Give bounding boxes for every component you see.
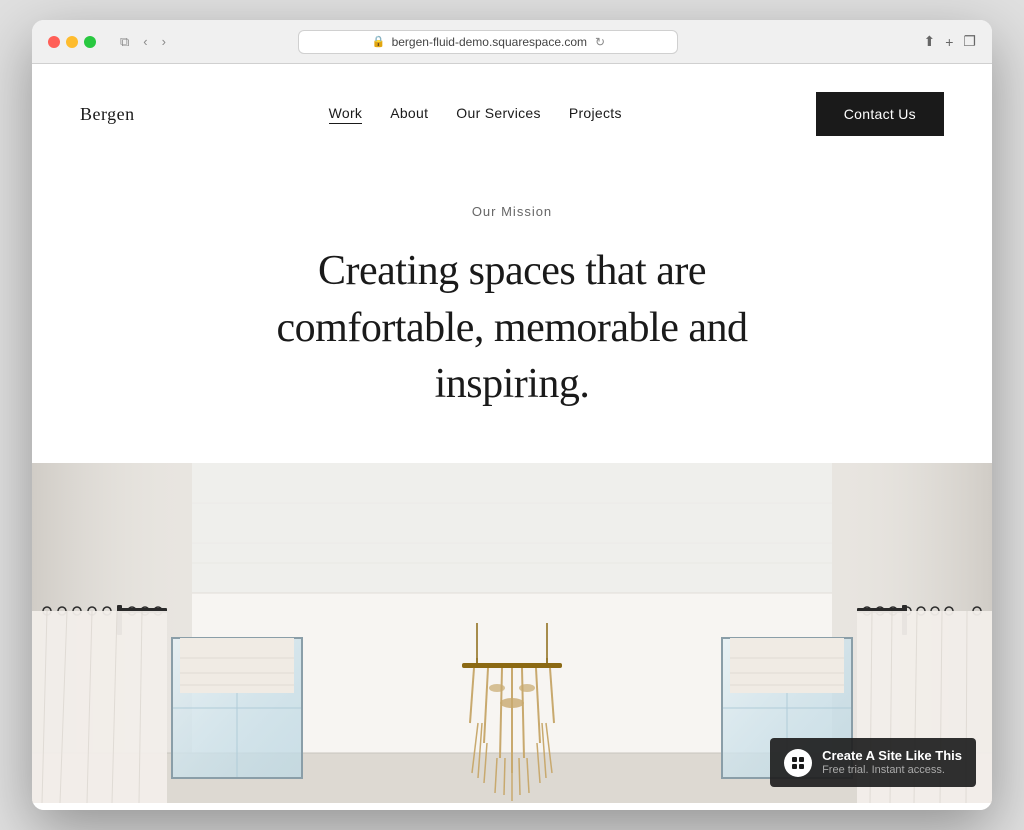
browser-controls: ⧉ ‹ ›: [116, 32, 170, 52]
headline-line3: inspiring.: [435, 361, 590, 407]
address-bar[interactable]: 🔒 bergen-fluid-demo.squarespace.com ↻: [298, 30, 678, 54]
nav-link-about[interactable]: About: [390, 105, 428, 121]
hero-section: Our Mission Creating spaces that are com…: [32, 164, 992, 463]
traffic-lights: [48, 36, 96, 48]
nav-item-work[interactable]: Work: [329, 105, 363, 123]
copy-icon[interactable]: ❐: [963, 33, 976, 50]
nav-link-work[interactable]: Work: [329, 105, 363, 124]
lock-icon: 🔒: [372, 35, 386, 48]
contact-button[interactable]: Contact Us: [816, 92, 944, 136]
mission-label: Our Mission: [80, 204, 944, 219]
squarespace-icon: [784, 749, 812, 777]
nav-item-about[interactable]: About: [390, 105, 428, 123]
back-button[interactable]: ‹: [139, 32, 151, 51]
nav-item-services[interactable]: Our Services: [456, 105, 541, 123]
forward-button[interactable]: ›: [158, 32, 170, 51]
nav-link-projects[interactable]: Projects: [569, 105, 622, 121]
nav-links: Work About Our Services Projects: [329, 105, 622, 123]
nav-link-services[interactable]: Our Services: [456, 105, 541, 121]
nav-item-projects[interactable]: Projects: [569, 105, 622, 123]
badge-text-container: Create A Site Like This Free trial. Inst…: [822, 748, 962, 777]
room-image-section: Create A Site Like This Free trial. Inst…: [32, 463, 992, 803]
squarespace-logo: [790, 755, 806, 771]
navbar: Bergen Work About Our Services Projects …: [32, 64, 992, 164]
headline-line2: comfortable, memorable and: [277, 305, 748, 351]
share-icon[interactable]: ⬆: [923, 33, 935, 50]
refresh-icon[interactable]: ↻: [595, 35, 605, 49]
close-button[interactable]: [48, 36, 60, 48]
maximize-button[interactable]: [84, 36, 96, 48]
browser-window: ⧉ ‹ › 🔒 bergen-fluid-demo.squarespace.co…: [32, 20, 992, 810]
hero-headline: Creating spaces that are comfortable, me…: [252, 243, 772, 413]
headline-line1: Creating spaces that are: [318, 248, 706, 294]
tab-icon[interactable]: ⧉: [116, 32, 133, 52]
new-tab-icon[interactable]: +: [945, 34, 953, 50]
badge-main-text: Create A Site Like This: [822, 748, 962, 764]
browser-actions: ⬆ + ❐: [923, 33, 975, 50]
minimize-button[interactable]: [66, 36, 78, 48]
browser-chrome: ⧉ ‹ › 🔒 bergen-fluid-demo.squarespace.co…: [32, 20, 992, 64]
create-site-badge[interactable]: Create A Site Like This Free trial. Inst…: [770, 738, 976, 787]
badge-sub-text: Free trial. Instant access.: [822, 764, 962, 777]
url-text: bergen-fluid-demo.squarespace.com: [392, 35, 587, 49]
brand-logo[interactable]: Bergen: [80, 104, 135, 125]
website-content: Bergen Work About Our Services Projects …: [32, 64, 992, 810]
